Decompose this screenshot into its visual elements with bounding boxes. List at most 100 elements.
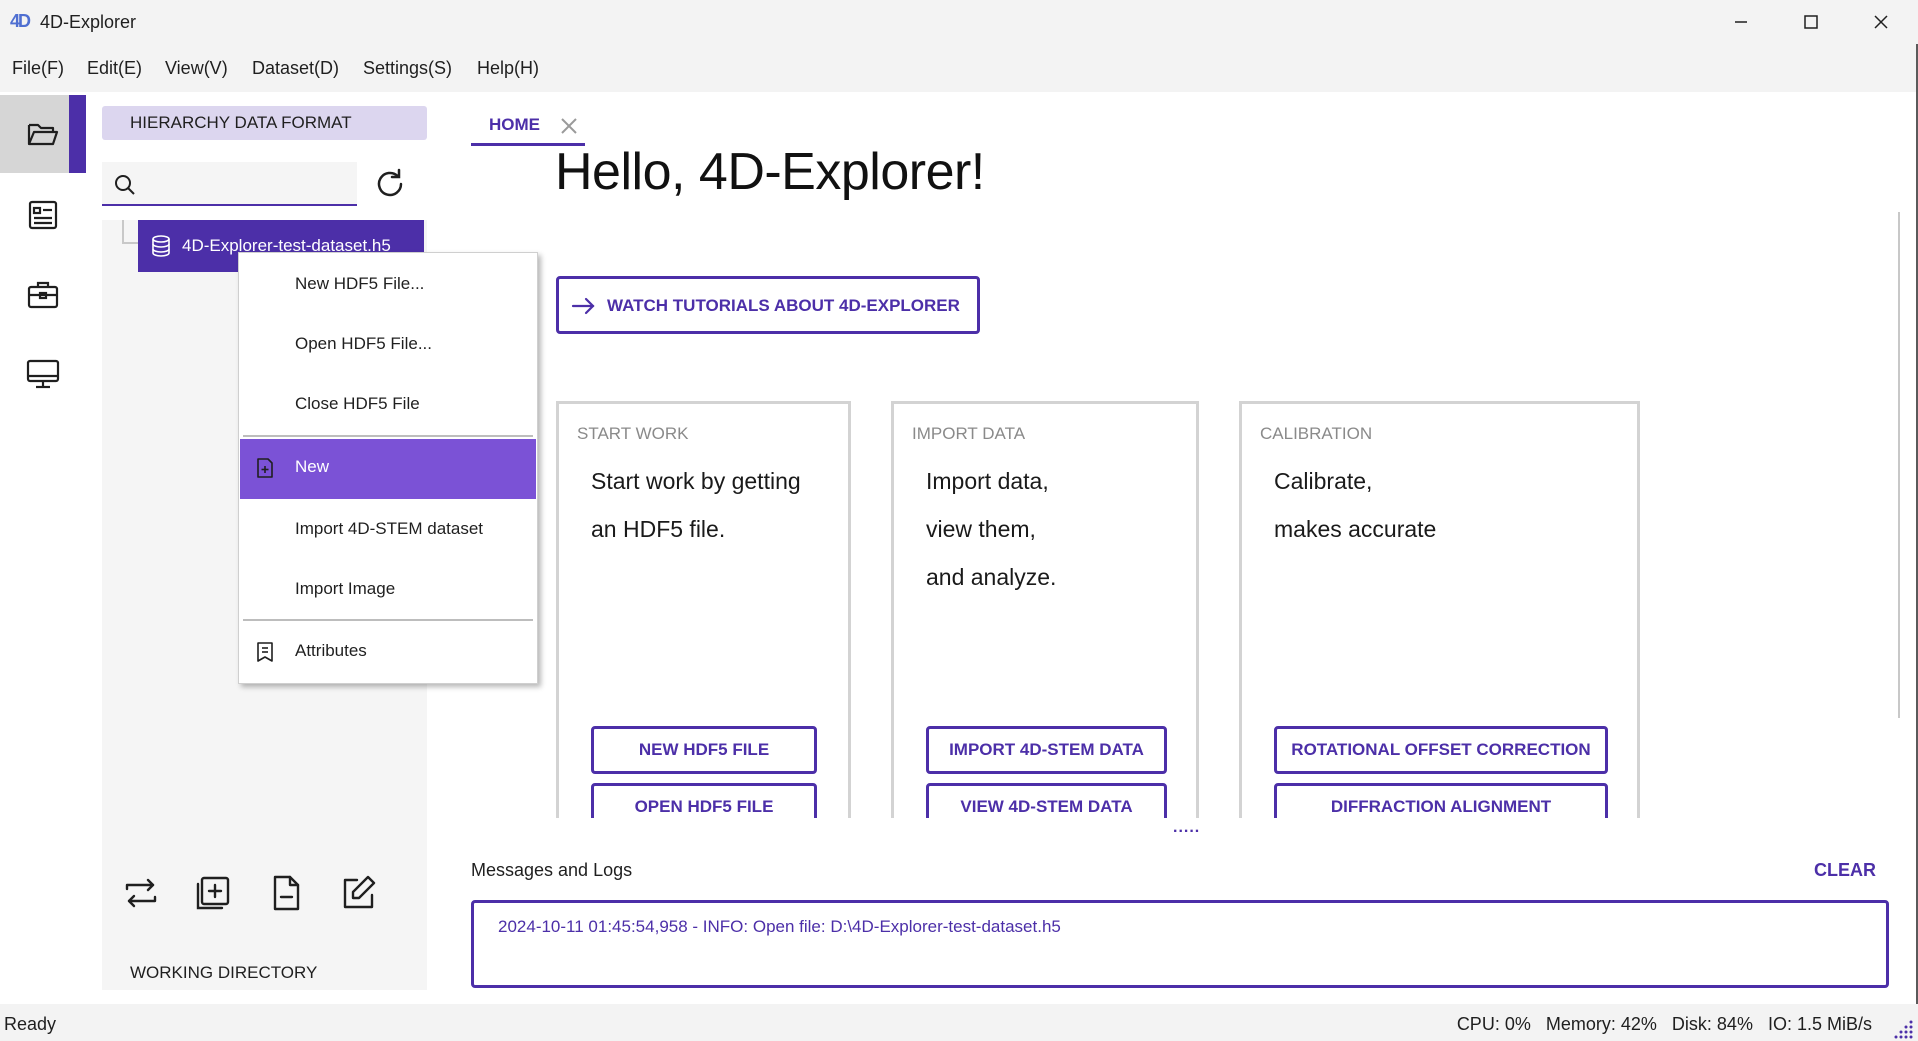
close-button[interactable] [1846, 0, 1916, 44]
remove-file-button[interactable] [265, 872, 307, 914]
app-logo: 4D [10, 11, 31, 31]
file-minus-icon [273, 875, 300, 911]
search-icon [115, 175, 135, 195]
card-text: Calibrate, [1274, 468, 1373, 494]
menu-edit[interactable]: Edit(E) [87, 58, 142, 79]
rail-form-button[interactable] [0, 176, 86, 254]
status-bar: Ready CPU: 0% Memory: 42% Disk: 84% IO: … [0, 1004, 1918, 1041]
resize-grip-icon[interactable] [1892, 1018, 1914, 1040]
menu-item-new[interactable]: New [240, 439, 536, 499]
card-text: makes accurate [1274, 516, 1437, 542]
edit-button[interactable] [337, 872, 379, 914]
log-output[interactable]: 2024-10-11 01:45:54,958 - INFO: Open fil… [471, 900, 1889, 988]
attributes-icon [257, 642, 273, 662]
close-icon [1874, 15, 1888, 29]
menu-item-close-hdf5[interactable]: Close HDF5 File [240, 376, 536, 434]
menu-item-import-4dstem[interactable]: Import 4D-STEM dataset [240, 501, 536, 559]
menu-help[interactable]: Help(H) [477, 58, 539, 79]
title-bar: 4D 4D-Explorer [0, 0, 1918, 44]
add-item-button[interactable] [192, 872, 234, 914]
scrollbar[interactable] [1898, 212, 1900, 718]
window-title: 4D-Explorer [40, 12, 137, 32]
tree-toolbar [100, 872, 430, 916]
menu-item-label: New HDF5 File... [295, 274, 425, 293]
menu-item-label: Open HDF5 File... [295, 334, 432, 353]
menu-item-label: Import Image [295, 579, 396, 598]
card-title: CALIBRATION [1260, 424, 1373, 443]
menu-file[interactable]: File(F) [12, 58, 64, 79]
refresh-icon [377, 168, 403, 197]
splitter-handle[interactable]: ..... [1173, 820, 1203, 836]
card-text: and analyze. [926, 564, 1057, 590]
monitor-icon [26, 359, 60, 389]
arrow-right-icon [571, 297, 595, 315]
form-icon [28, 200, 58, 230]
io-rate: IO: 1.5 MiB/s [1767, 1014, 1872, 1034]
edit-icon [343, 875, 376, 909]
card-import-data: IMPORT DATA Import data, view them, and … [891, 401, 1199, 818]
activity-rail [0, 92, 86, 1041]
menu-item-label: New [295, 457, 330, 476]
database-icon [152, 235, 170, 257]
menu-dataset[interactable]: Dataset(D) [252, 58, 339, 79]
menu-item-attributes[interactable]: Attributes [240, 623, 536, 681]
new-file-icon [257, 458, 273, 478]
messages-title: Messages and Logs [471, 860, 633, 880]
card-text: Import data, [926, 468, 1049, 494]
view-4dstem-data-button[interactable]: VIEW 4D-STEM DATA [926, 783, 1167, 818]
tab-home[interactable]: HOME [471, 110, 585, 146]
menu-item-label: Import 4D-STEM dataset [295, 519, 484, 538]
menu-separator [243, 619, 533, 621]
watch-tutorials-button[interactable]: WATCH TUTORIALS ABOUT 4D-EXPLORER [556, 276, 980, 334]
menu-item-new-hdf5[interactable]: New HDF5 File... [240, 256, 536, 314]
context-menu: New HDF5 File... Open HDF5 File... Close… [238, 252, 538, 684]
toolbox-icon [27, 281, 59, 309]
menu-view[interactable]: View(V) [165, 58, 228, 79]
clear-button[interactable]: CLEAR [1814, 860, 1876, 881]
menu-item-open-hdf5[interactable]: Open HDF5 File... [240, 316, 536, 374]
maximize-icon [1804, 15, 1818, 29]
menu-settings[interactable]: Settings(S) [363, 58, 452, 79]
working-directory-label[interactable]: WORKING DIRECTORY [102, 954, 427, 990]
maximize-button[interactable] [1776, 0, 1846, 44]
add-square-icon [196, 876, 230, 910]
memory-usage: Memory: 42% [1545, 1014, 1657, 1034]
folder-open-icon [27, 123, 59, 146]
search-input[interactable] [146, 170, 346, 198]
page-title: Hello, 4D-Explorer! [555, 143, 985, 201]
diffraction-alignment-button[interactable]: DIFFRACTION ALIGNMENT [1274, 783, 1608, 818]
card-text: an HDF5 file. [591, 516, 726, 542]
minimize-icon [1735, 21, 1747, 23]
card-calibration: CALIBRATION Calibrate, makes accurate RO… [1239, 401, 1640, 818]
open-hdf5-file-button[interactable]: OPEN HDF5 FILE [591, 783, 817, 818]
card-text: Start work by getting [591, 468, 801, 494]
cpu-usage: CPU: 0% [1456, 1014, 1531, 1034]
menu-separator [243, 435, 533, 437]
new-hdf5-file-button[interactable]: NEW HDF5 FILE [591, 726, 817, 774]
menu-bar: File(F) Edit(E) View(V) Dataset(D) Setti… [0, 44, 1918, 92]
menu-item-import-image[interactable]: Import Image [240, 561, 536, 619]
card-start-work: START WORK Start work by getting an HDF5… [556, 401, 851, 818]
menu-item-label: Attributes [295, 641, 367, 660]
tree-connector [122, 220, 138, 244]
system-stats: CPU: 0% Memory: 42% Disk: 84% IO: 1.5 Mi… [1447, 1014, 1872, 1035]
disk-usage: Disk: 84% [1671, 1014, 1753, 1034]
menu-item-label: Close HDF5 File [295, 394, 420, 413]
refresh-button[interactable] [370, 164, 410, 204]
tab-close-icon[interactable] [559, 116, 579, 136]
rotational-offset-correction-button[interactable]: ROTATIONAL OFFSET CORRECTION [1274, 726, 1608, 774]
rail-hdf-button[interactable] [0, 95, 86, 173]
tab-home-label: HOME [489, 115, 540, 134]
card-text: view them, [926, 516, 1036, 542]
swap-button[interactable] [120, 872, 162, 914]
rail-monitor-button[interactable] [0, 335, 86, 413]
minimize-button[interactable] [1706, 0, 1776, 44]
import-4dstem-data-button[interactable]: IMPORT 4D-STEM DATA [926, 726, 1167, 774]
watch-tutorials-label: WATCH TUTORIALS ABOUT 4D-EXPLORER [607, 296, 960, 315]
panel-header: HIERARCHY DATA FORMAT [102, 106, 427, 140]
card-title: IMPORT DATA [912, 424, 1026, 443]
search-box[interactable] [102, 162, 357, 206]
status-text: Ready [4, 1014, 57, 1034]
card-title: START WORK [577, 424, 689, 443]
rail-toolbox-button[interactable] [0, 256, 86, 334]
